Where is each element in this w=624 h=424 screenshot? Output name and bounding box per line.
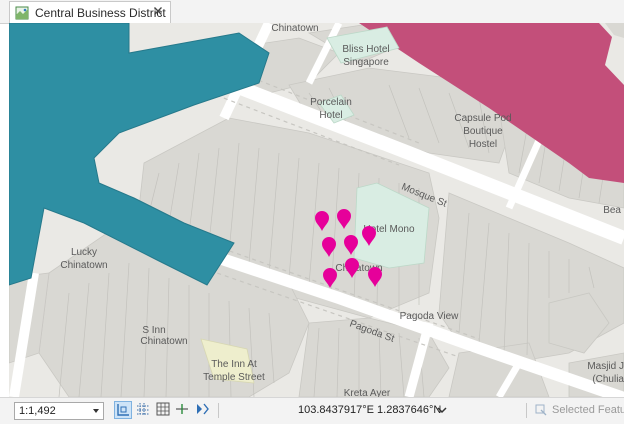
label-inn-at-2: Temple Street bbox=[203, 372, 265, 383]
selected-features-icon bbox=[535, 404, 547, 416]
navigation-icon bbox=[197, 403, 209, 415]
toolbar-separator bbox=[218, 403, 219, 418]
label-capsule-3: Hostel bbox=[469, 139, 497, 150]
close-icon[interactable] bbox=[152, 5, 164, 17]
label-bliss-hotel-2: Singapore bbox=[343, 57, 389, 68]
map-view-icon bbox=[15, 6, 29, 19]
label-lucky-2: Chinatown bbox=[60, 260, 107, 271]
scale-dropdown[interactable]: 1:1,492 bbox=[14, 402, 104, 420]
label-inn-at: The Inn At bbox=[211, 359, 257, 370]
snapping-icon bbox=[117, 404, 129, 416]
tab-central-business-district[interactable]: Central Business District bbox=[9, 1, 171, 23]
label-masjid: Masjid J bbox=[587, 361, 624, 372]
selected-features-label[interactable]: Selected Featu bbox=[552, 404, 624, 416]
chevron-down-icon[interactable] bbox=[437, 406, 447, 414]
table-button[interactable] bbox=[155, 401, 173, 419]
status-bar: 1:1,492 103.8437917°E 1.2837646°N Select… bbox=[0, 397, 624, 424]
constraint-button[interactable] bbox=[174, 401, 192, 419]
label-lucky: Lucky bbox=[71, 247, 97, 258]
grid-icon bbox=[137, 403, 149, 415]
label-chinatown-top: Chinatown bbox=[271, 23, 318, 34]
label-porcelain: Porcelain bbox=[310, 97, 352, 108]
label-porcelain-2: Hotel bbox=[319, 110, 342, 121]
snapping-button[interactable] bbox=[114, 401, 132, 419]
tab-title: Central Business District bbox=[35, 5, 166, 20]
chevron-down-icon bbox=[93, 409, 99, 413]
label-kreta-ayer: Kreta Ayer bbox=[344, 388, 391, 397]
toolbar-separator bbox=[526, 403, 527, 418]
coordinates-readout: 103.8437917°E 1.2837646°N bbox=[298, 404, 442, 416]
label-bliss-hotel: Bliss Hotel bbox=[342, 44, 389, 55]
label-s-inn-2: Chinatown bbox=[140, 336, 187, 347]
scale-value: 1:1,492 bbox=[19, 405, 56, 417]
label-capsule-pod: Capsule Pod bbox=[454, 113, 511, 124]
map-view[interactable]: Chinatown Bliss Hotel Singapore Porcelai… bbox=[9, 23, 624, 397]
label-pagoda-view: Pagoda View bbox=[400, 311, 460, 322]
label-s-inn: S Inn bbox=[142, 325, 165, 336]
map-canvas[interactable]: Chinatown Bliss Hotel Singapore Porcelai… bbox=[9, 23, 624, 397]
label-capsule-2: Boutique bbox=[463, 126, 503, 137]
label-masjid-2: (Chulia bbox=[592, 374, 624, 385]
label-bea: Bea bbox=[603, 205, 621, 216]
table-icon bbox=[156, 402, 170, 416]
constraint-icon bbox=[176, 404, 188, 414]
grid-button[interactable] bbox=[135, 401, 153, 419]
tab-bar: Central Business District bbox=[0, 0, 624, 24]
navigation-button[interactable] bbox=[194, 401, 212, 419]
